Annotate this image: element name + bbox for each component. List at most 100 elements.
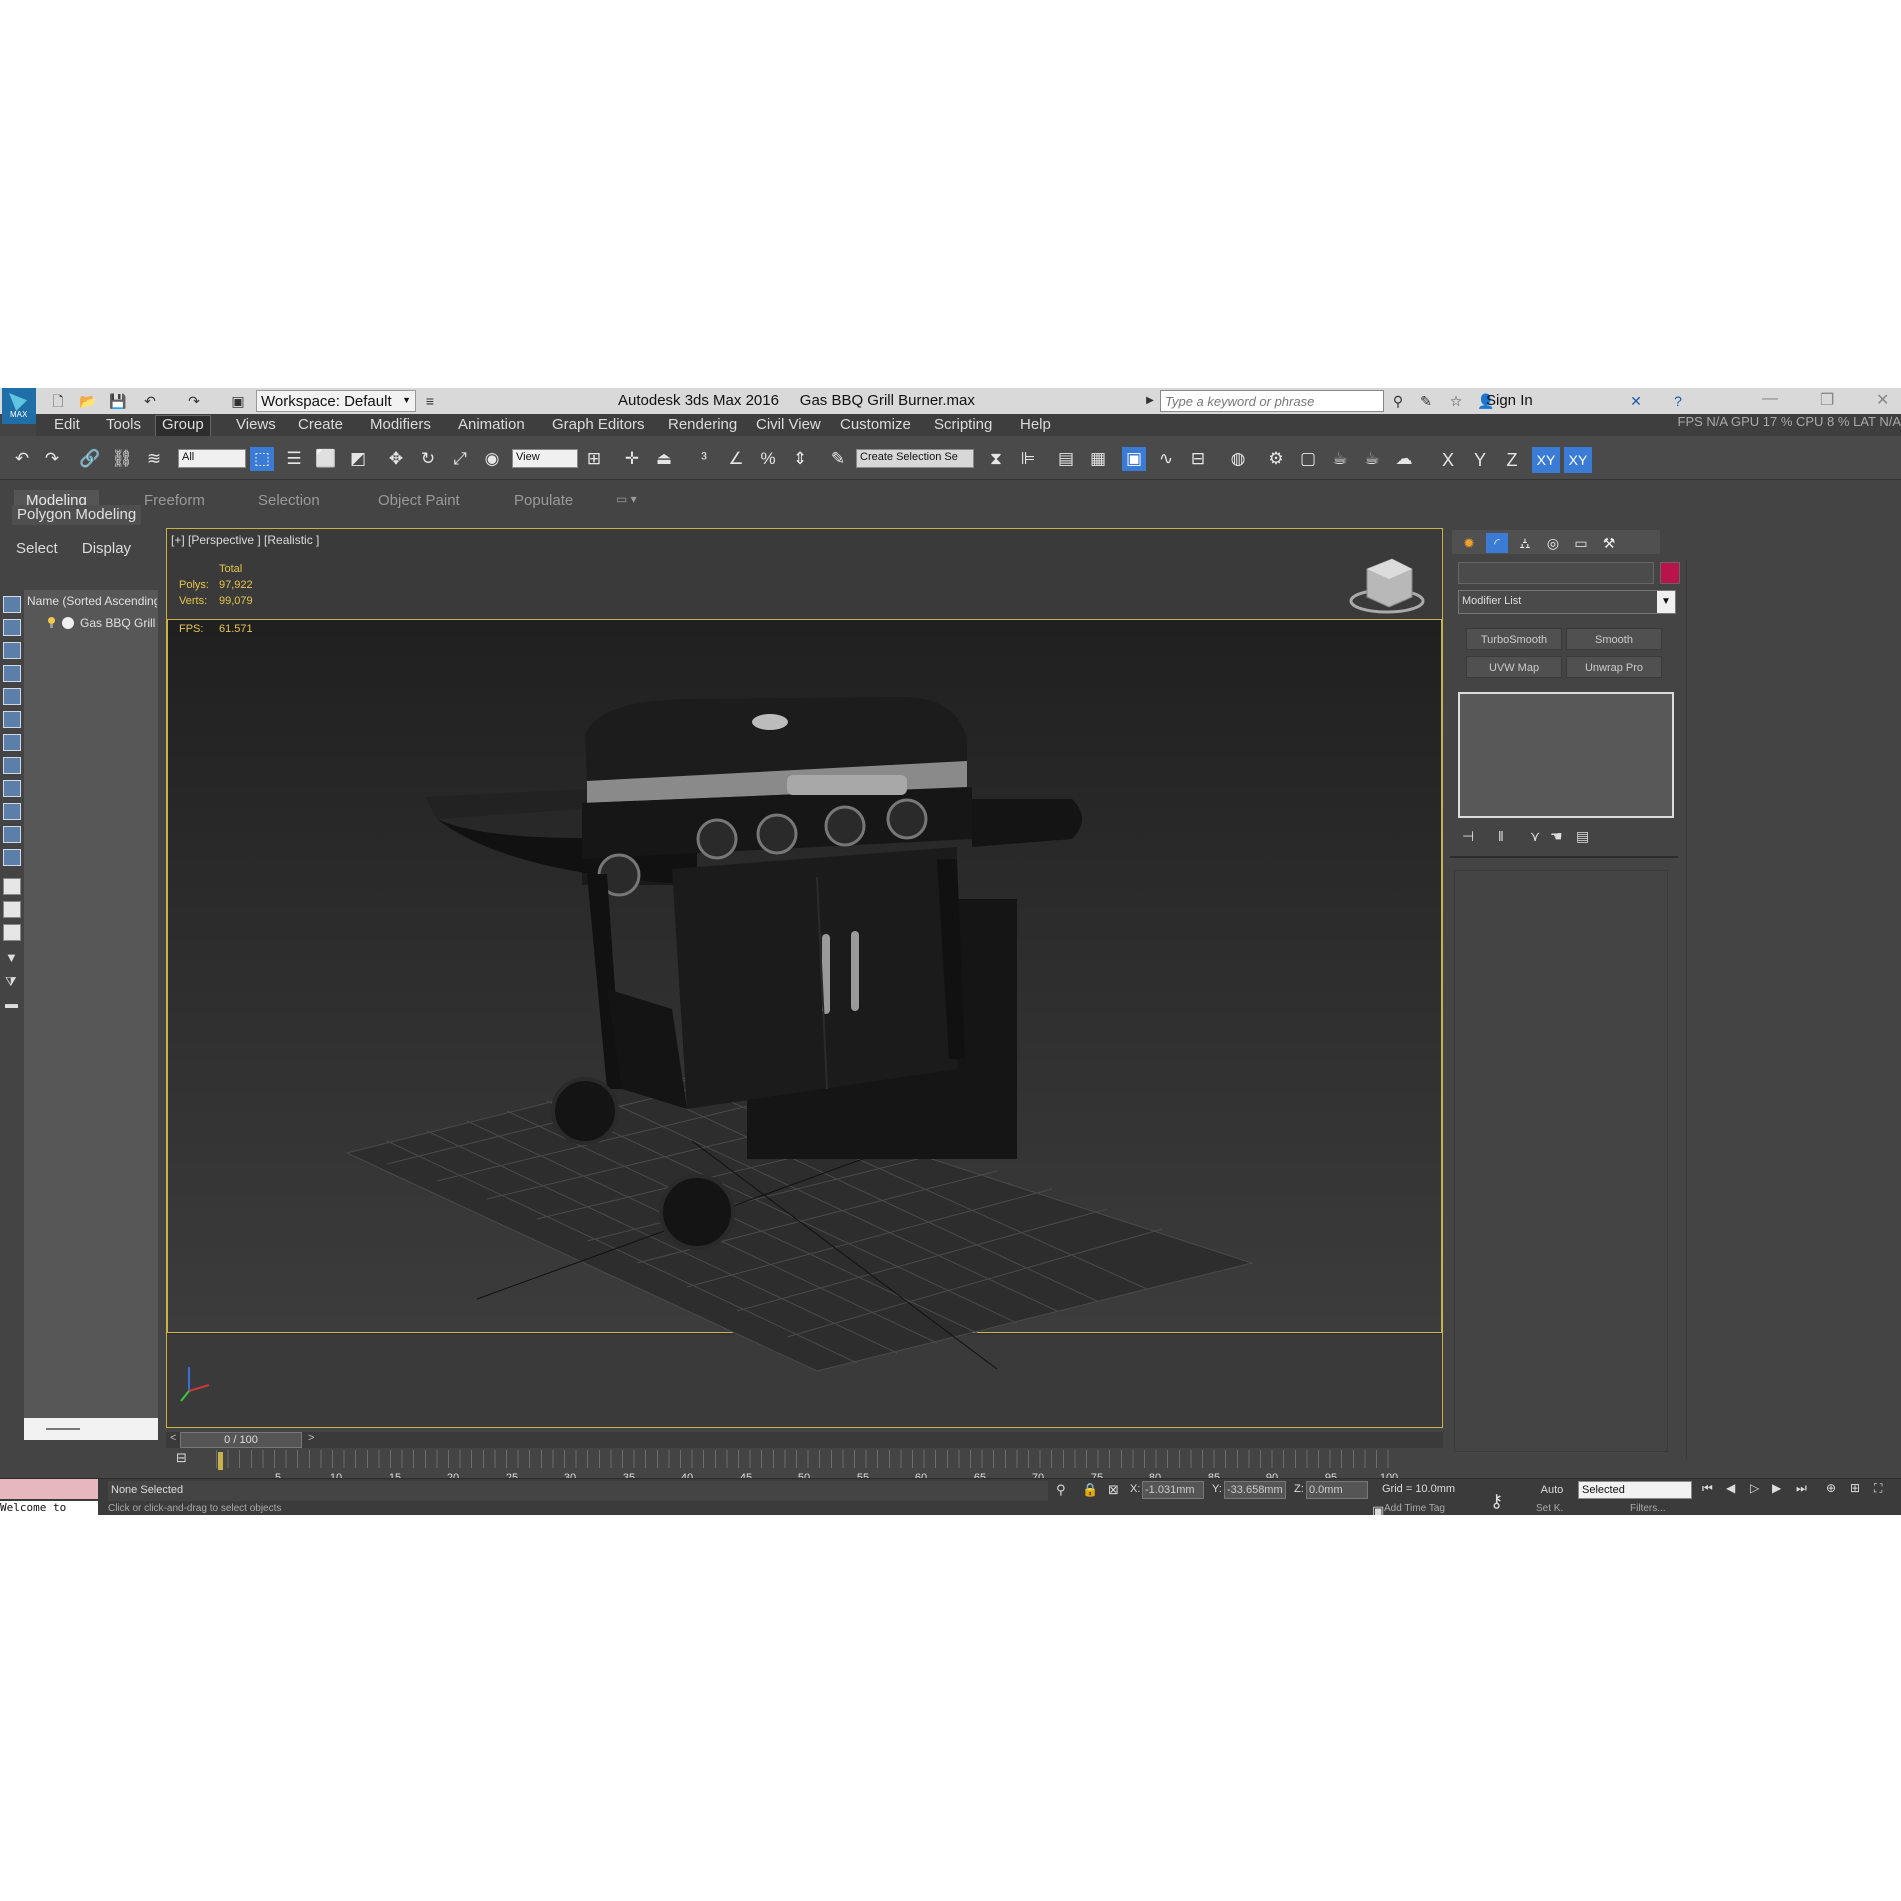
open-file-icon[interactable]: 📂 [78,392,98,410]
time-slider-prev-icon[interactable]: < [170,1432,176,1444]
create-tab-icon[interactable]: ✹ [1458,533,1480,553]
maxscript-listener-input[interactable] [0,1479,98,1499]
window-crossing-icon[interactable]: ◩ [346,447,370,471]
viewport-label-menu[interactable]: [+] [Perspective ] [Realistic ] [171,533,319,547]
uvw-map-button[interactable]: UVW Map [1466,656,1562,678]
toggle-ribbon-icon[interactable]: ▦ [1086,447,1110,471]
redo-icon[interactable]: ↷ [40,447,64,471]
display-cameras-icon[interactable] [3,711,21,728]
make-unique-icon[interactable]: ⋎ [1530,828,1540,845]
play-arrow-icon[interactable]: ▶ [1140,392,1160,410]
object-color-swatch[interactable] [1660,562,1680,584]
tab-populate[interactable]: Populate [502,490,585,512]
material-editor-icon[interactable]: ◍ [1226,447,1250,471]
display-none-icon[interactable] [3,596,21,613]
menu-scripting[interactable]: Scripting [928,416,998,436]
display-shapes-icon[interactable] [3,665,21,682]
turbosmooth-button[interactable]: TurboSmooth [1466,628,1562,650]
perspective-viewport[interactable]: [+] [Perspective ] [Realistic ] Total Po… [166,528,1443,1428]
unwrap-pro-button[interactable]: Unwrap Pro [1566,656,1662,678]
binoculars-icon[interactable]: ⚲ [1388,392,1408,410]
key-filter-dropdown[interactable]: Selected [1578,1481,1692,1499]
bind-space-warp-icon[interactable]: ≋ [142,447,166,471]
display-geometry-icon[interactable] [3,642,21,659]
smooth-button[interactable]: Smooth [1566,628,1662,650]
modifier-stack[interactable] [1458,692,1674,818]
save-icon[interactable]: 💾 [108,392,128,410]
help-icon[interactable]: ? [1668,392,1688,410]
menu-modifiers[interactable]: Modifiers [364,416,437,436]
render-production-icon[interactable]: ☕ [1328,447,1352,471]
menu-customize[interactable]: Customize [834,416,917,436]
explorer-scrollbar[interactable] [24,1418,158,1440]
workspace-dropdown[interactable]: Workspace: Default ▼ [256,390,416,412]
display-groups-icon[interactable] [3,780,21,797]
visibility-icon[interactable] [62,617,74,629]
selection-lock-icon[interactable]: 🔒 [1082,1482,1098,1498]
unlink-icon[interactable]: ⛓ [110,447,134,471]
sign-in-link[interactable]: Sign In [1486,392,1533,409]
move-icon[interactable]: ✥ [384,447,408,471]
tab-freeform[interactable]: Freeform [132,490,217,512]
axis-xy-cycle-constraint[interactable]: XY [1564,447,1592,473]
angle-snap-icon[interactable]: ∠ [724,447,748,471]
utilities-tab-icon[interactable]: ⚒ [1598,533,1620,553]
reference-coordinate-dropdown[interactable]: View [512,449,578,468]
scene-explorer-icon[interactable]: ▣ [1122,447,1146,471]
z-coordinate-field[interactable]: 0.0mm [1306,1481,1368,1499]
new-file-icon[interactable]: 🗋 [48,392,68,410]
placement-icon[interactable]: ◉ [480,447,504,471]
absolute-mode-icon[interactable]: ⊠ [1108,1482,1119,1498]
close-icon[interactable]: ✕ [1876,390,1889,410]
search-input[interactable]: Type a keyword or phrase [1160,390,1384,412]
time-slider-thumb[interactable]: 0 / 100 [180,1432,302,1448]
undo-icon[interactable]: ↶ [10,447,34,471]
display-lights-icon[interactable] [3,688,21,705]
zoom-all-icon[interactable]: ⊞ [1850,1481,1860,1495]
curve-editor-icon[interactable]: ∿ [1154,447,1178,471]
explorer-item[interactable]: Gas BBQ Grill [80,616,155,630]
display-hidden-icon[interactable] [3,901,21,918]
display-containers-icon[interactable] [3,849,21,866]
layer-sort-icon[interactable]: ▬ [5,996,18,1011]
menu-rendering[interactable]: Rendering [662,416,743,436]
mirror-icon[interactable]: ⧗ [984,447,1008,471]
menu-tools[interactable]: Tools [100,416,147,436]
axis-z-constraint[interactable]: Z [1498,447,1526,473]
rectangular-selection-icon[interactable]: ⬜ [314,447,338,471]
polygon-modeling-panel[interactable]: Polygon Modeling [12,505,142,525]
maximize-icon[interactable]: ❐ [1820,390,1834,410]
display-frozen-icon[interactable] [3,878,21,895]
tab-selection[interactable]: Selection [246,490,332,512]
display-object-xrefs-icon[interactable] [3,803,21,820]
set-key-button[interactable]: Set K. [1536,1503,1563,1514]
display-tab-icon[interactable]: ▭ [1570,533,1592,553]
modifier-list-dropdown[interactable]: Modifier List ▼ [1458,590,1676,614]
explorer-tab-select[interactable]: Select [16,540,58,557]
modify-tab-icon[interactable]: ◜ [1486,533,1508,553]
menu-edit[interactable]: Edit [48,416,86,436]
layer-manager-icon[interactable]: ▤ [1054,447,1078,471]
time-cursor[interactable] [218,1452,223,1470]
key-icon[interactable]: ⚷ [1490,1491,1503,1512]
axis-xy-plane-constraint[interactable]: XY [1532,447,1560,473]
auto-key-button[interactable]: Auto [1530,1481,1574,1499]
explorer-column-header[interactable]: Name (Sorted Ascending) [27,594,157,608]
go-to-end-icon[interactable]: ⏭ [1796,1481,1807,1496]
remove-modifier-icon[interactable]: ☚ [1550,828,1563,845]
tab-object-paint[interactable]: Object Paint [366,490,472,512]
render-in-cloud-icon[interactable]: ☁ [1392,447,1416,471]
selection-filter-dropdown[interactable]: All [178,449,246,468]
favorites-star-icon[interactable]: ☆ [1446,392,1466,410]
rotate-icon[interactable]: ↻ [416,447,440,471]
show-end-result-icon[interactable]: ‖ [1498,828,1504,844]
object-name-field[interactable] [1458,562,1654,584]
maxscript-output[interactable]: Welcome to [0,1501,98,1515]
menu-group[interactable]: Group [155,415,211,437]
app-logo-icon[interactable]: MAX [2,388,36,424]
quick-access-menu-icon[interactable]: ≡ [420,392,440,410]
keyboard-shortcut-override-icon[interactable]: ⏏ [652,447,676,471]
track-bar-menu-icon[interactable]: ⊟ [176,1450,187,1466]
project-folder-icon[interactable]: ▣ [228,392,248,410]
axis-y-constraint[interactable]: Y [1466,447,1494,473]
